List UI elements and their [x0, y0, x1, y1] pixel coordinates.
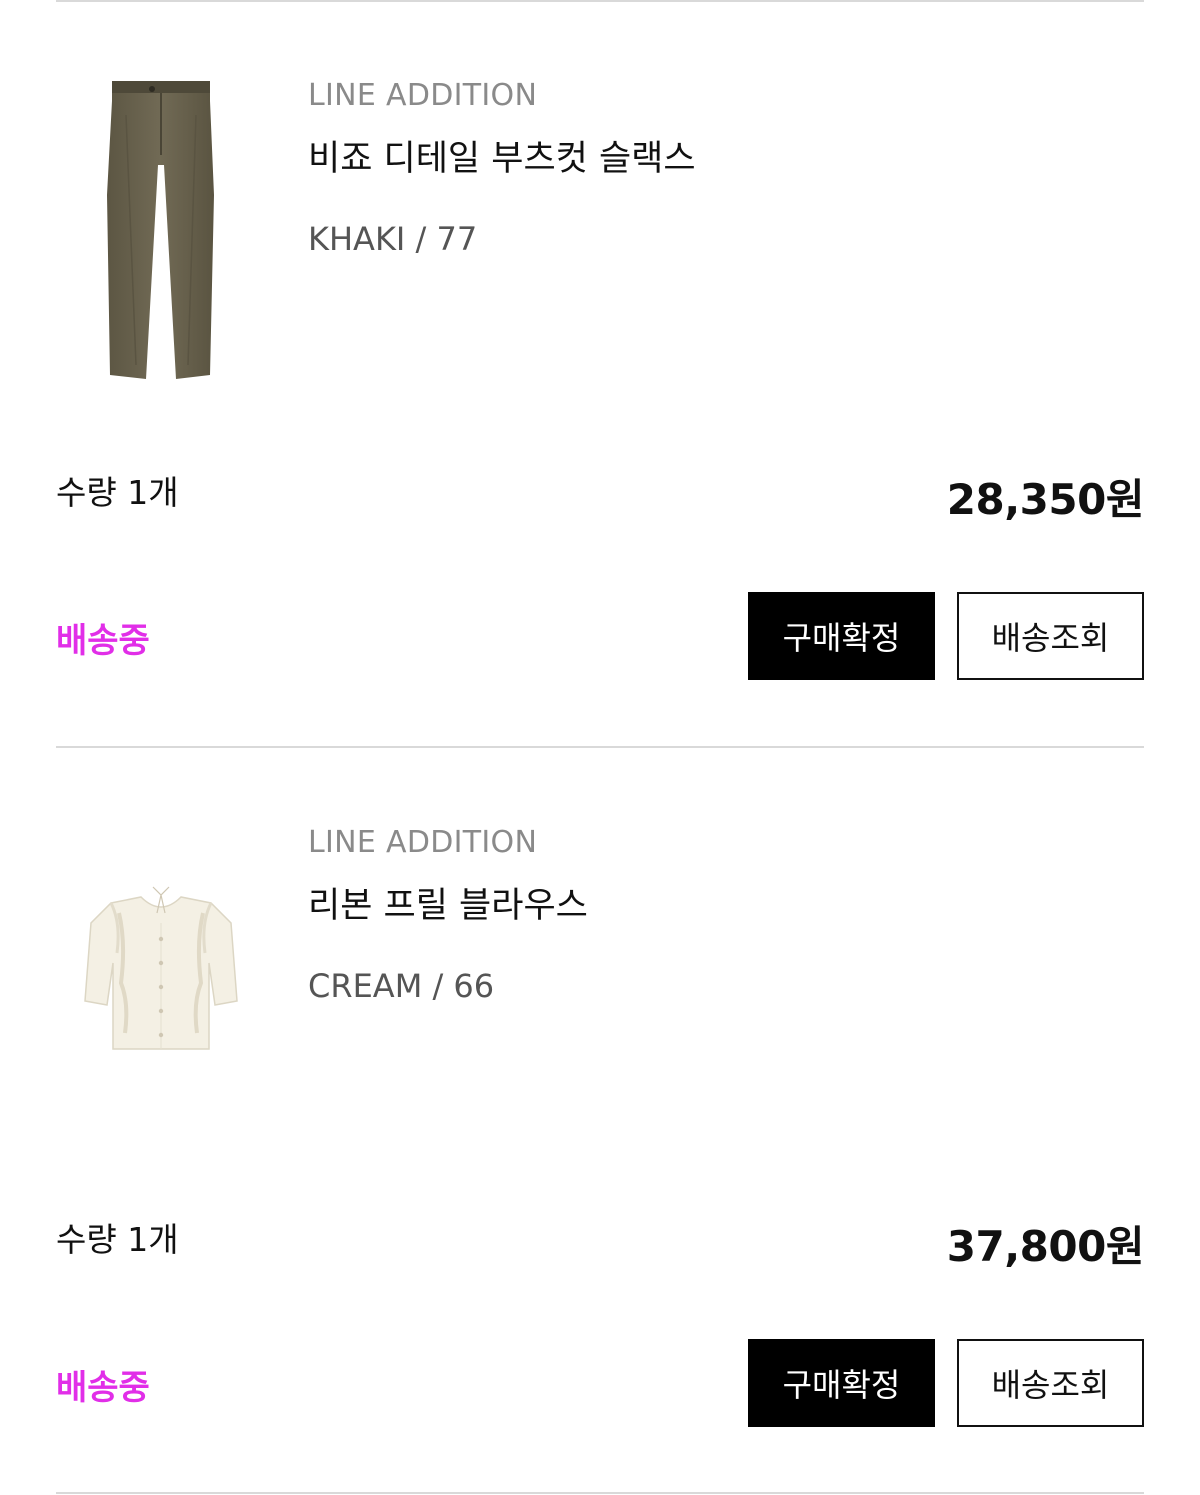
khaki-slacks-image: [107, 80, 214, 379]
product-brand: LINE ADDITION: [308, 825, 538, 860]
quantity-label: 수량 1개: [56, 473, 179, 512]
price-label: 28,350원: [946, 475, 1145, 524]
product-brand: LINE ADDITION: [308, 78, 538, 113]
product-thumbnail[interactable]: [56, 72, 266, 387]
product-option: CREAM / 66: [308, 967, 495, 1005]
delivery-status: 배송중: [56, 621, 150, 661]
track-delivery-button[interactable]: 배송조회: [957, 1339, 1144, 1427]
confirm-purchase-button[interactable]: 구매확정: [748, 1339, 935, 1427]
product-title[interactable]: 리본 프릴 블라우스: [308, 877, 588, 928]
order-list: LINE ADDITION 비죠 디테일 부츠컷 슬랙스 KHAKI / 77 …: [0, 0, 1200, 1495]
track-delivery-button[interactable]: 배송조회: [957, 592, 1144, 680]
order-item: LINE ADDITION 리본 프릴 블라우스 CREAM / 66 수량 1…: [56, 748, 1145, 1494]
delivery-status: 배송중: [56, 1368, 150, 1408]
product-option: KHAKI / 77: [308, 220, 478, 258]
cream-blouse-image: [84, 886, 238, 1050]
order-item: LINE ADDITION 비죠 디테일 부츠컷 슬랙스 KHAKI / 77 …: [56, 0, 1145, 748]
product-title[interactable]: 비죠 디테일 부츠컷 슬랙스: [308, 130, 696, 181]
quantity-label: 수량 1개: [56, 1220, 179, 1259]
divider: [56, 1492, 1144, 1494]
confirm-purchase-button[interactable]: 구매확정: [748, 592, 935, 680]
product-thumbnail[interactable]: [56, 878, 266, 1058]
price-label: 37,800원: [946, 1222, 1145, 1271]
